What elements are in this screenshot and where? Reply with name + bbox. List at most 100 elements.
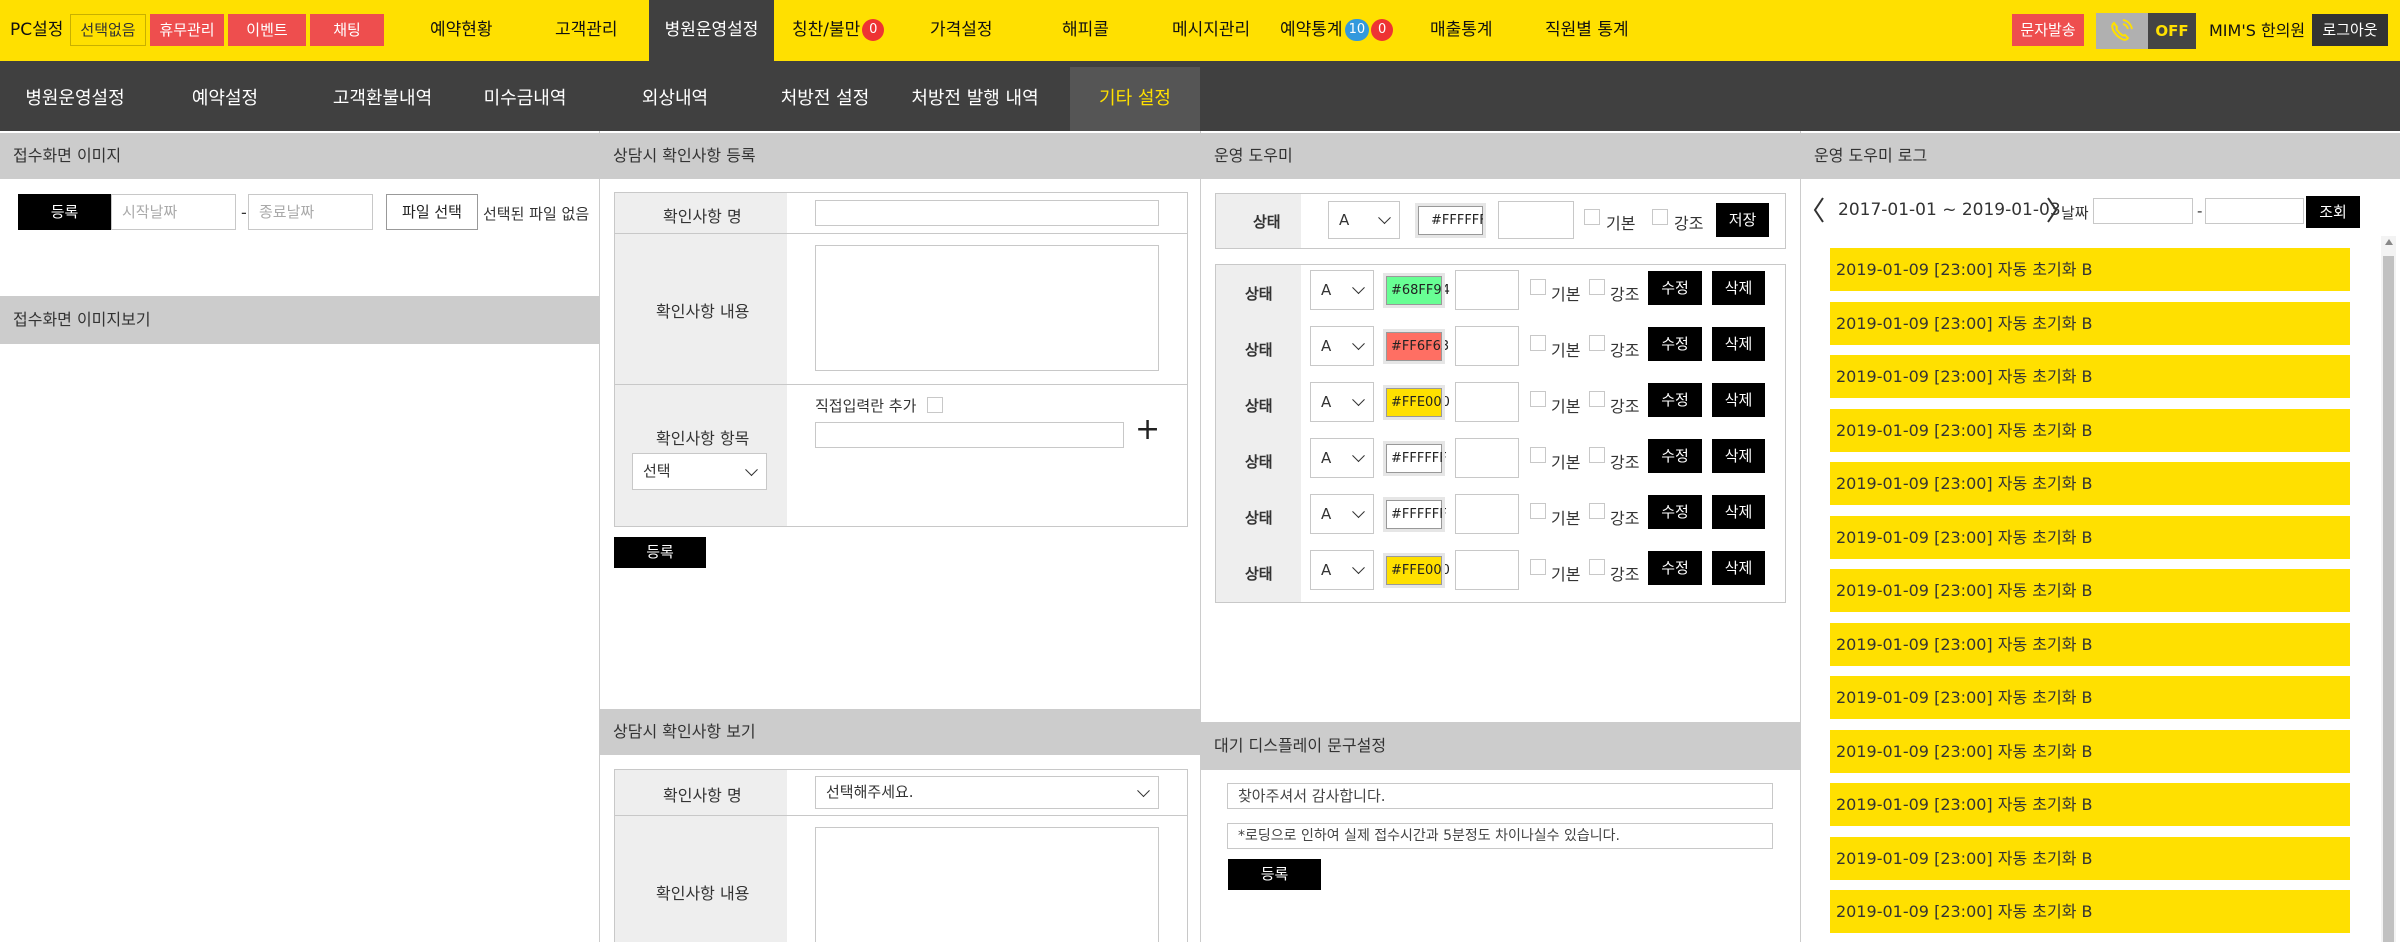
start-date-input[interactable]: 시작날짜 (111, 194, 236, 230)
subnav-prescription-settings[interactable]: 처방전 설정 (765, 67, 885, 131)
helper-row-edit-button[interactable]: 수정 (1648, 271, 1702, 305)
helper-row-delete-button[interactable]: 삭제 (1712, 439, 1765, 473)
helper-row-default-checkbox[interactable] (1530, 503, 1546, 519)
subnav-credit[interactable]: 외상내역 (620, 67, 730, 131)
holiday-button[interactable]: 휴무관리 (150, 14, 224, 46)
helper-row-label-input[interactable] (1455, 550, 1519, 590)
nav-happycall[interactable]: 해피콜 (1062, 0, 1109, 61)
pc-setting-link[interactable]: PC설정 (10, 0, 63, 61)
end-date-input[interactable]: 종료날짜 (248, 194, 373, 230)
helper-row-emphasis-checkbox[interactable] (1589, 391, 1605, 407)
call-toggle-off[interactable]: OFF (2148, 13, 2196, 49)
logout-button[interactable]: 로그아웃 (2312, 14, 2388, 46)
subnav-other-settings[interactable]: 기타 설정 (1070, 67, 1200, 131)
helper-row-label-input[interactable] (1455, 494, 1519, 534)
helper-row-emphasis-checkbox[interactable] (1589, 279, 1605, 295)
select-none-button[interactable]: 선택없음 (70, 14, 146, 46)
consult-item-input[interactable] (815, 422, 1124, 448)
nav-sales-stats[interactable]: 매출통계 (1430, 0, 1493, 61)
nav-clinic-settings[interactable]: 병원운영설정 (649, 0, 774, 61)
helper-row-edit-button[interactable]: 수정 (1648, 551, 1702, 585)
nav-message[interactable]: 메시지관리 (1172, 0, 1250, 61)
helper-row-delete-button[interactable]: 삭제 (1712, 327, 1765, 361)
helper-row-emphasis-checkbox[interactable] (1589, 335, 1605, 351)
subnav-unpaid[interactable]: 미수금내역 (465, 67, 585, 131)
consult-content-textarea[interactable] (815, 245, 1159, 371)
file-select-button[interactable]: 파일 선택 (386, 194, 478, 230)
nav-feedback[interactable]: 칭찬/불만 0 (792, 0, 885, 61)
helper-row-delete-button[interactable]: 삭제 (1712, 495, 1765, 529)
helper-row-state-select[interactable]: A (1310, 326, 1374, 366)
new-state-select[interactable]: A (1328, 201, 1400, 239)
log-end-date-input[interactable] (2205, 198, 2304, 224)
nav-staff-stats[interactable]: 직원별 통계 (1545, 0, 1629, 61)
display-register-button[interactable]: 등록 (1228, 859, 1321, 890)
helper-row-color-swatch[interactable]: #FFE000 (1383, 553, 1450, 588)
chat-button[interactable]: 채팅 (310, 14, 384, 46)
prev-date-chevron-icon[interactable] (1813, 197, 1825, 223)
subnav-refund-history[interactable]: 고객환불내역 (300, 67, 465, 131)
display-line2-input[interactable]: *로딩으로 인하여 실제 접수시간과 5분정도 차이나실수 있습니다. (1227, 823, 1773, 849)
helper-row-delete-button[interactable]: 삭제 (1712, 551, 1765, 585)
next-date-chevron-icon[interactable] (2046, 197, 2058, 223)
helper-row-state-select[interactable]: A (1310, 550, 1374, 590)
log-search-button[interactable]: 조회 (2306, 196, 2360, 228)
log-start-date-input[interactable] (2093, 198, 2193, 224)
helper-row-delete-button[interactable]: 삭제 (1712, 383, 1765, 417)
nav-reservation[interactable]: 예약현황 (430, 0, 493, 61)
helper-row-state-select[interactable]: A (1310, 270, 1374, 310)
nav-price[interactable]: 가격설정 (930, 0, 993, 61)
helper-row-label-input[interactable] (1455, 438, 1519, 478)
scrollbar-thumb[interactable] (2383, 256, 2394, 942)
subnav-prescription-history[interactable]: 처방전 발행 내역 (900, 67, 1050, 131)
event-button[interactable]: 이벤트 (228, 14, 306, 46)
helper-row-label-input[interactable] (1455, 270, 1519, 310)
helper-row-default-checkbox[interactable] (1530, 559, 1546, 575)
phone-icon[interactable] (2096, 13, 2148, 49)
helper-row-emphasis-checkbox[interactable] (1589, 503, 1605, 519)
helper-row-state-select[interactable]: A (1310, 438, 1374, 478)
helper-row-edit-button[interactable]: 수정 (1648, 495, 1702, 529)
helper-row-color-swatch[interactable]: #FF6F63 (1383, 329, 1449, 364)
helper-row-color-swatch[interactable]: #FFFFFF (1383, 441, 1447, 476)
direct-input-checkbox[interactable] (927, 397, 943, 413)
sms-send-button[interactable]: 문자발송 (2012, 14, 2084, 46)
helper-row-color-swatch[interactable]: #FFE000 (1383, 385, 1450, 420)
view-name-select[interactable]: 선택해주세요. (815, 776, 1159, 809)
new-save-button[interactable]: 저장 (1716, 203, 1769, 237)
helper-row-label-input[interactable] (1455, 382, 1519, 422)
consult-item-select[interactable]: 선택 (632, 453, 767, 490)
consult-name-input[interactable] (815, 200, 1159, 226)
consult-register-button[interactable]: 등록 (614, 537, 706, 568)
add-item-plus-icon[interactable]: + (1135, 413, 1160, 447)
subnav-reservation-settings[interactable]: 예약설정 (150, 67, 300, 131)
helper-row-emphasis-checkbox[interactable] (1589, 559, 1605, 575)
helper-row-color-swatch[interactable]: #FFFFFF (1383, 497, 1447, 532)
subnav-clinic-settings[interactable]: 병원운영설정 (0, 67, 150, 131)
view-content-textarea[interactable] (815, 827, 1159, 942)
helper-row-color-swatch[interactable]: #68FF94 (1383, 273, 1450, 308)
log-scrollbar[interactable] (2381, 236, 2396, 942)
nav-reservation-stats[interactable]: 예약통계 10 0 (1280, 0, 1394, 61)
reception-register-button[interactable]: 등록 (18, 194, 111, 230)
chevron-down-icon (1352, 561, 1365, 575)
helper-row-default-checkbox[interactable] (1530, 335, 1546, 351)
new-label-input[interactable] (1498, 201, 1574, 239)
helper-row-edit-button[interactable]: 수정 (1648, 439, 1702, 473)
helper-row-state-select[interactable]: A (1310, 382, 1374, 422)
helper-row-edit-button[interactable]: 수정 (1648, 383, 1702, 417)
helper-row-delete-button[interactable]: 삭제 (1712, 271, 1765, 305)
helper-row-default-checkbox[interactable] (1530, 447, 1546, 463)
helper-row-label-input[interactable] (1455, 326, 1519, 366)
helper-row-default-checkbox[interactable] (1530, 279, 1546, 295)
helper-row-emphasis-checkbox[interactable] (1589, 447, 1605, 463)
new-color-swatch[interactable]: #FFFFFF (1415, 203, 1487, 238)
new-default-checkbox[interactable] (1584, 209, 1600, 225)
scroll-up-arrow-icon[interactable] (2385, 239, 2393, 245)
helper-row-edit-button[interactable]: 수정 (1648, 327, 1702, 361)
helper-row-default-checkbox[interactable] (1530, 391, 1546, 407)
display-line1-input[interactable]: 찾아주셔서 감사합니다. (1227, 783, 1773, 809)
new-emphasis-checkbox[interactable] (1652, 209, 1668, 225)
helper-row-state-select[interactable]: A (1310, 494, 1374, 534)
nav-customer[interactable]: 고객관리 (555, 0, 618, 61)
